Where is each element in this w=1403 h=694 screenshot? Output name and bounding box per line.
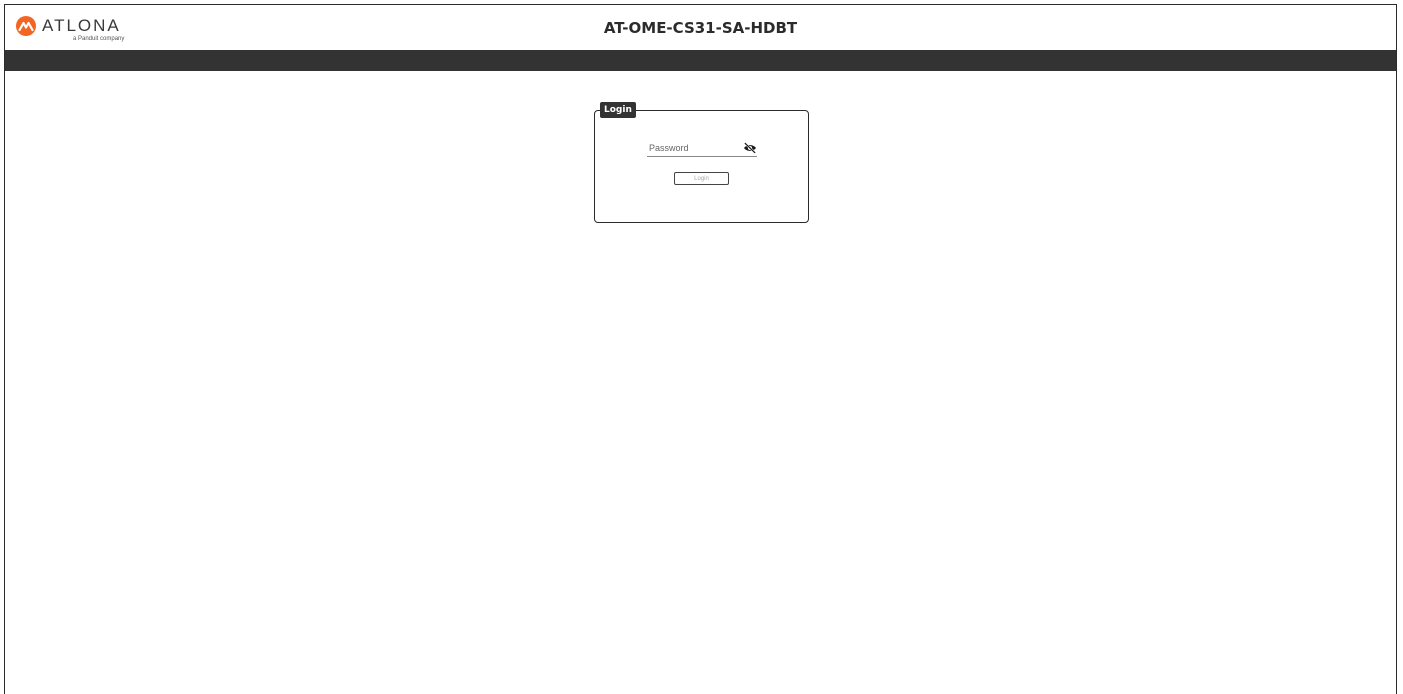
password-input[interactable] xyxy=(647,141,743,155)
page-title: AT-OME-CS31-SA-HDBT xyxy=(603,19,798,37)
page-frame xyxy=(4,4,1397,694)
login-legend: Login xyxy=(600,102,636,118)
eye-slash-icon[interactable] xyxy=(743,142,757,154)
password-field-wrapper xyxy=(647,141,757,157)
nav-bar xyxy=(5,50,1396,71)
header: ATLONA a Panduit company AT-OME-CS31-SA-… xyxy=(5,5,1396,50)
login-panel xyxy=(594,110,809,223)
login-button[interactable]: Login xyxy=(674,172,729,185)
